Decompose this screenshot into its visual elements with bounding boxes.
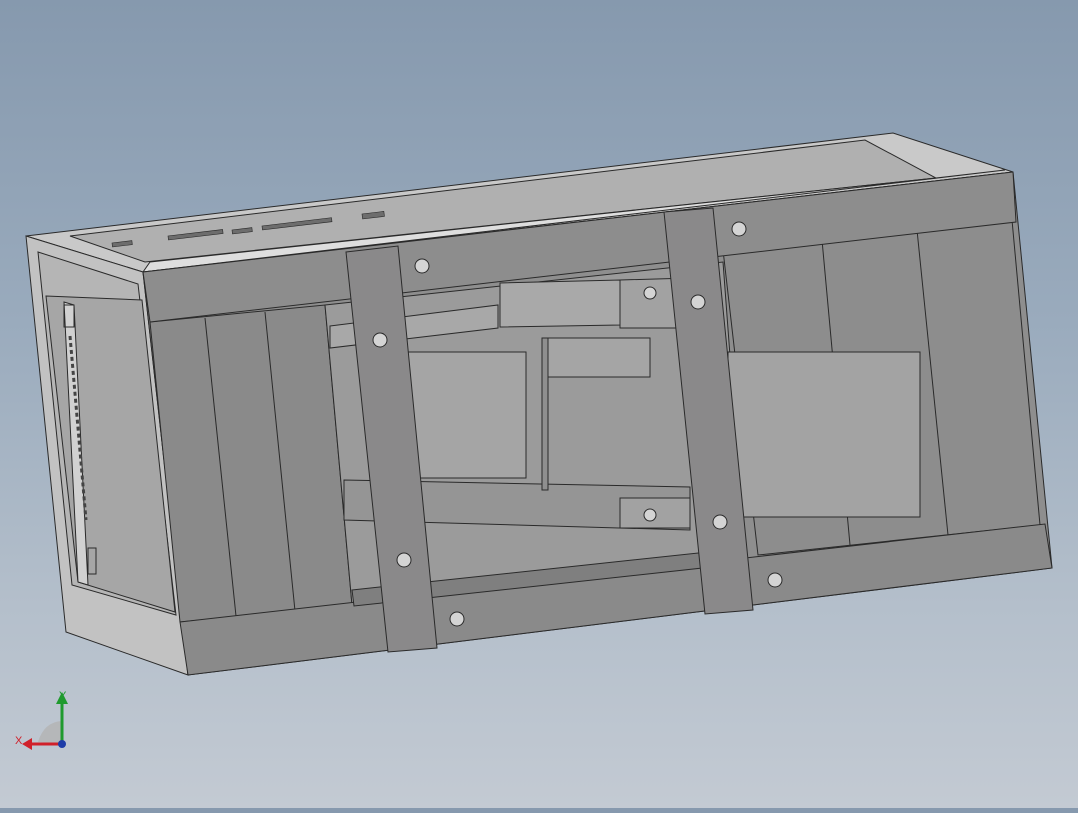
y-axis-label: Y bbox=[59, 690, 67, 702]
crate-3d-model[interactable] bbox=[0, 0, 1078, 808]
coordinate-triad: Y X bbox=[15, 690, 68, 750]
crate-label-plate bbox=[727, 351, 921, 518]
x-axis-label: X bbox=[15, 735, 23, 747]
triad-plane-icon bbox=[38, 721, 62, 744]
z-axis-dot-icon bbox=[58, 740, 66, 748]
graphics-viewport[interactable]: Y X bbox=[0, 0, 1078, 808]
